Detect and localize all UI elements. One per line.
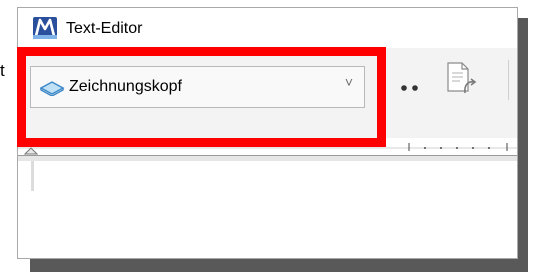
highlight-frame xyxy=(17,47,386,147)
microstation-icon xyxy=(33,17,57,39)
window-title: Text-Editor xyxy=(66,20,143,37)
title-bar[interactable]: Text-Editor xyxy=(18,8,517,48)
background-text-fragment: t xyxy=(0,61,5,80)
text-editing-area[interactable] xyxy=(18,156,517,258)
paste-icon[interactable] xyxy=(445,61,477,95)
window-shadow-right xyxy=(517,18,528,272)
window-shadow-bottom xyxy=(30,258,528,272)
editor-top-border xyxy=(18,156,517,161)
toolbar-separator xyxy=(508,60,509,100)
text-cursor-margin xyxy=(31,161,34,191)
more-dots-icon[interactable] xyxy=(400,84,420,92)
